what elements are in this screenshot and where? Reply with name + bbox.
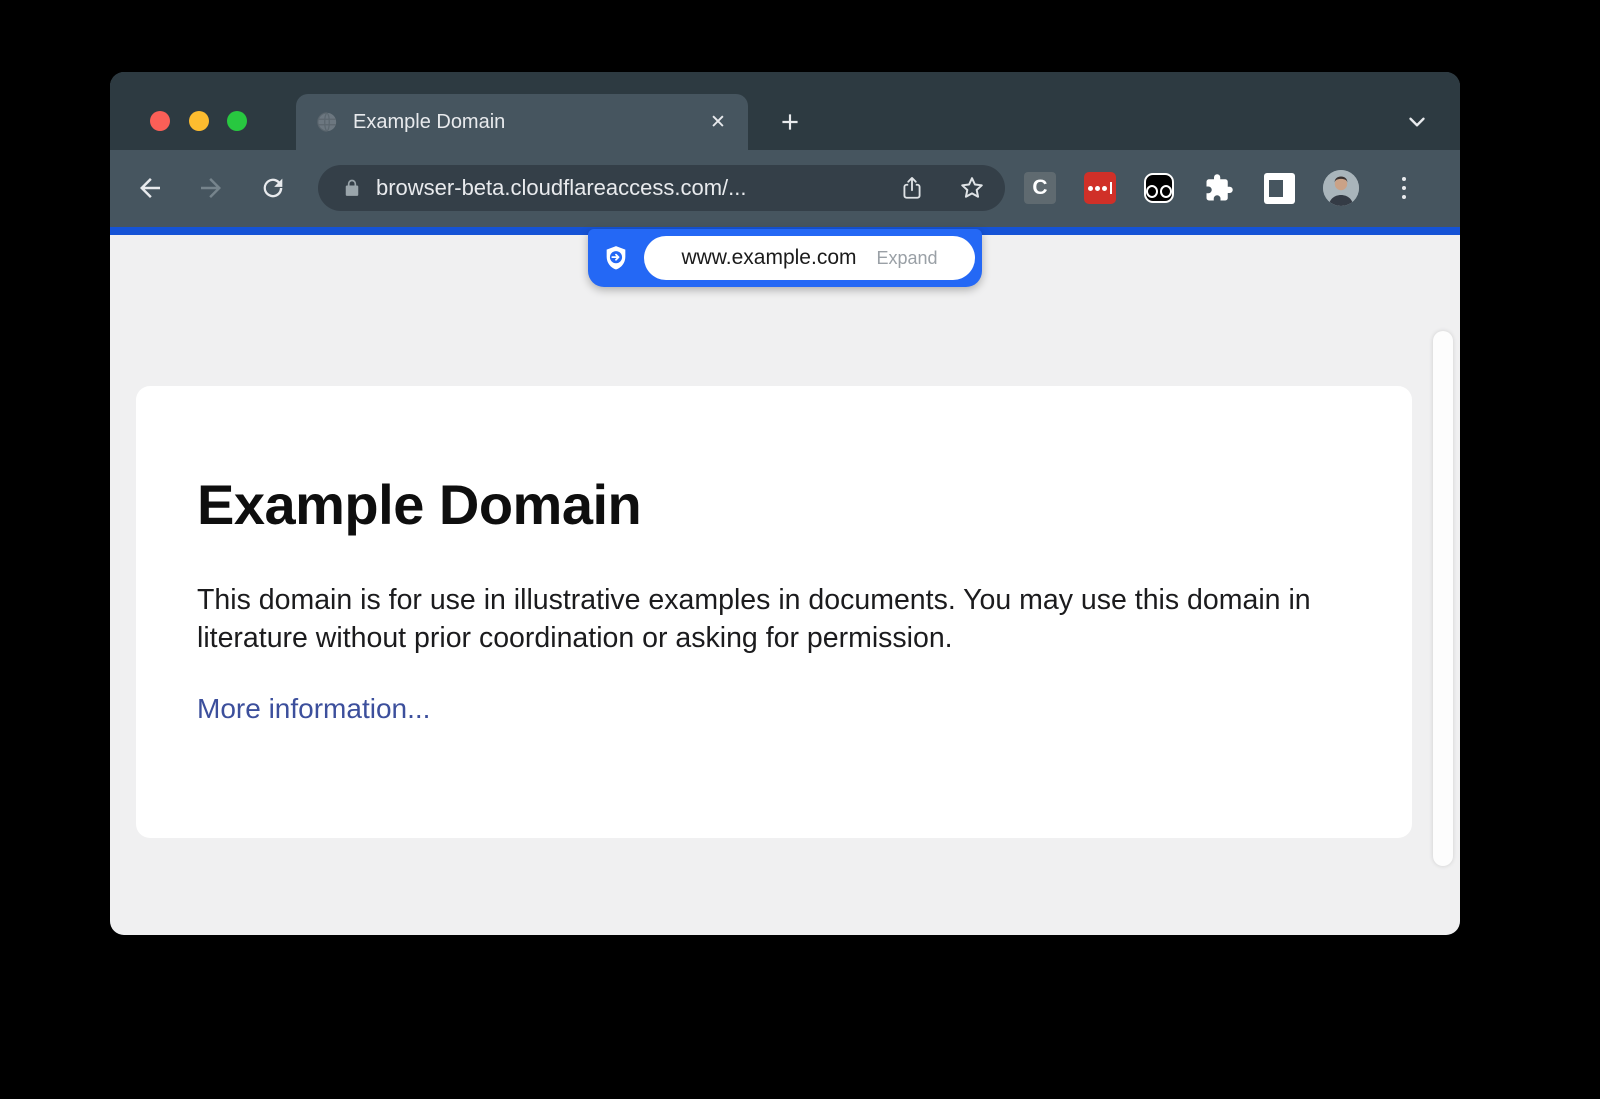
camera-extension-icon[interactable] (1144, 173, 1174, 203)
browser-window: Example Domain ✕ (110, 72, 1460, 935)
forward-arrow-icon (196, 173, 226, 203)
isolated-domain-pill[interactable]: www.example.com Expand (644, 236, 975, 280)
page-viewport: www.example.com Expand Example Domain Th… (110, 235, 1460, 935)
more-information-link[interactable]: More information... (197, 693, 430, 725)
shield-icon (588, 244, 644, 272)
browser-toolbar: browser-beta.cloudflareaccess.com/... C (110, 150, 1460, 227)
page-paragraph: This domain is for use in illustrative e… (197, 581, 1347, 657)
kebab-icon (1402, 177, 1407, 182)
zoom-window-button[interactable] (227, 111, 247, 131)
extensions-puzzle-button[interactable] (1202, 171, 1236, 205)
bookmark-button[interactable] (955, 171, 989, 205)
puzzle-piece-icon (1204, 173, 1234, 203)
sidebar-extension-icon[interactable] (1264, 173, 1295, 204)
url-text[interactable]: browser-beta.cloudflareaccess.com/... (376, 175, 895, 201)
forward-button[interactable] (187, 164, 235, 212)
tab-title: Example Domain (353, 111, 704, 134)
browser-tab[interactable]: Example Domain ✕ (296, 94, 748, 150)
share-button[interactable] (895, 171, 929, 205)
expand-button[interactable]: Expand (877, 248, 938, 269)
password-manager-extension-icon[interactable] (1084, 172, 1116, 204)
extensions-row: C (1024, 164, 1421, 212)
star-icon (958, 174, 986, 202)
tab-close-icon[interactable]: ✕ (704, 108, 732, 136)
browser-isolation-bar[interactable]: www.example.com Expand (588, 229, 982, 287)
page-title: Example Domain (197, 472, 1412, 537)
tab-strip: Example Domain ✕ (110, 72, 1460, 150)
lock-icon (342, 177, 362, 199)
share-icon (899, 174, 925, 202)
example-domain-card: Example Domain This domain is for use in… (136, 386, 1412, 838)
chevron-down-icon (1404, 109, 1430, 135)
isolated-domain-text: www.example.com (681, 246, 856, 270)
plus-icon (777, 109, 803, 135)
back-button[interactable] (126, 164, 174, 212)
back-arrow-icon (135, 173, 165, 203)
address-bar[interactable]: browser-beta.cloudflareaccess.com/... (318, 165, 1005, 211)
browser-menu-button[interactable] (1387, 171, 1421, 205)
globe-favicon-icon (316, 111, 338, 133)
tab-search-button[interactable] (1395, 102, 1439, 142)
sidebar-extension-inner (1269, 180, 1283, 197)
minimize-window-button[interactable] (189, 111, 209, 131)
vertical-scrollbar-thumb[interactable] (1433, 331, 1453, 866)
new-tab-button[interactable] (768, 104, 812, 140)
reload-icon (259, 174, 287, 202)
close-window-button[interactable] (150, 111, 170, 131)
reload-button[interactable] (249, 164, 297, 212)
extension-c-icon[interactable]: C (1024, 172, 1056, 204)
profile-avatar[interactable] (1323, 170, 1359, 206)
avatar-photo (1323, 170, 1359, 206)
